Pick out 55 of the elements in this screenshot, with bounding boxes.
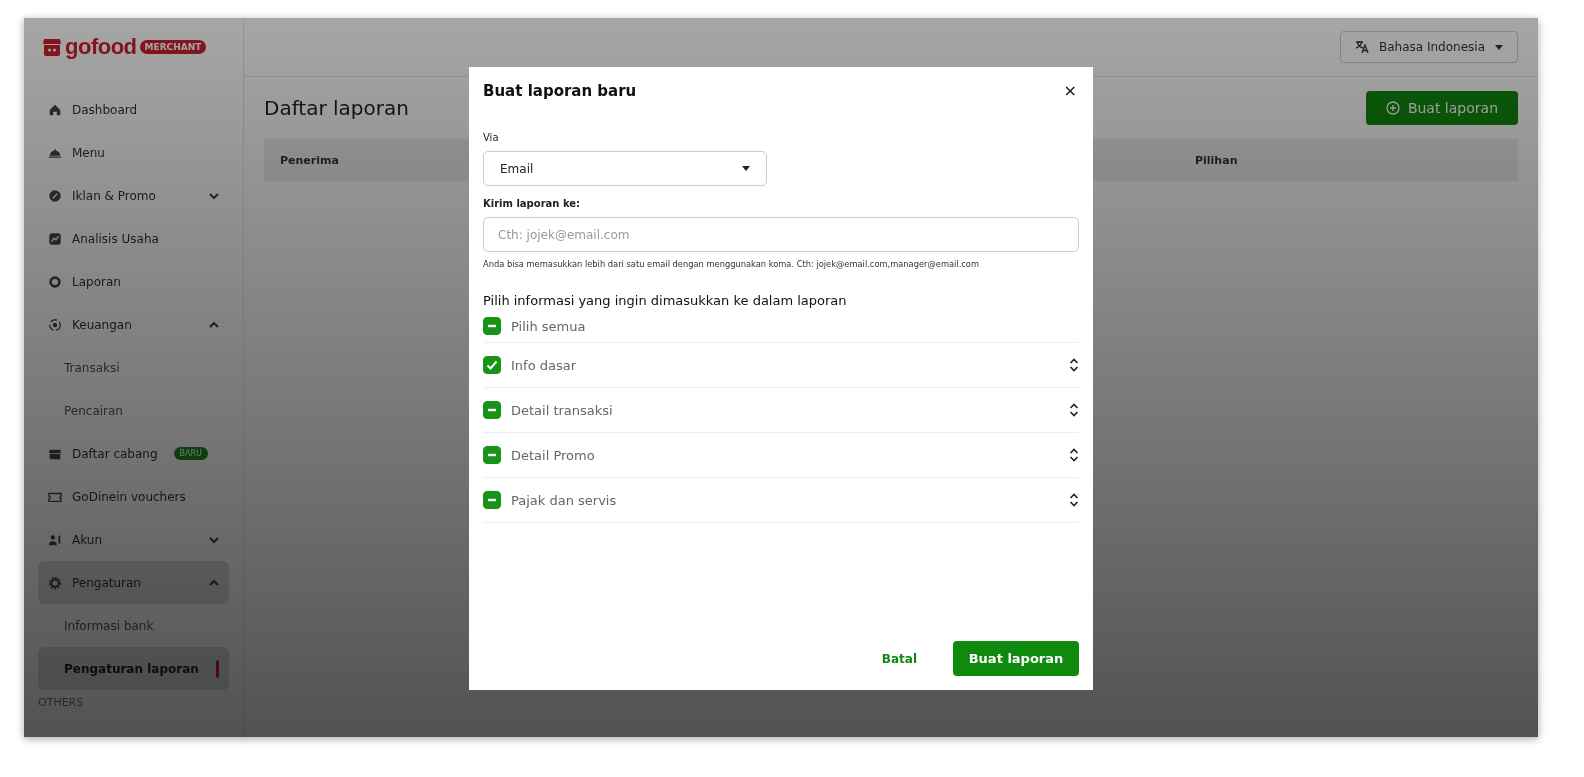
checkbox-label: Pilih semua xyxy=(511,318,587,334)
dialog-title: Buat laporan baru xyxy=(483,81,637,100)
sidebar-item[interactable]: Analisis Usaha xyxy=(38,217,229,260)
email-input-field[interactable]: Cth: jojek@email.com xyxy=(483,217,1079,252)
sidebar-item[interactable]: Pengaturan xyxy=(38,561,229,604)
column-header: Penerima xyxy=(279,153,340,167)
sidebar-subitem[interactable]: Pencairan xyxy=(38,389,229,432)
sidebar-item[interactable]: Menu xyxy=(38,131,229,174)
checkbox-label: Pajak dan servis xyxy=(511,492,618,508)
expand-collapse-icon[interactable] xyxy=(1069,493,1079,507)
sidebar-item[interactable]: Akun xyxy=(38,518,229,561)
sidebar-subitem[interactable]: Transaksi xyxy=(38,346,229,389)
language-selector[interactable]: Bahasa Indonesia xyxy=(1340,31,1518,63)
sidebar-item[interactable]: Iklan & Promo xyxy=(38,174,229,217)
sidebar-item[interactable]: Dashboard xyxy=(38,88,229,131)
sidebar-item[interactable]: Daftar cabang BARU xyxy=(38,432,229,475)
translate-icon xyxy=(1355,40,1369,54)
chevron-icon xyxy=(209,319,219,330)
chevron-icon xyxy=(209,577,219,588)
checkbox-label: Info dasar xyxy=(511,357,578,373)
home-icon xyxy=(48,102,62,117)
sidebar-item[interactable]: Keuangan xyxy=(38,303,229,346)
expand-collapse-icon[interactable] xyxy=(1069,403,1079,417)
helper-text: Anda bisa memasukkan lebih dari satu email dengan menggunakan koma. Cth: jojek@email.com,manager@email.com xyxy=(483,259,981,269)
via-dropdown[interactable]: Email xyxy=(483,151,767,186)
field-label: Via xyxy=(483,132,500,143)
dropdown-arrow-icon xyxy=(1495,44,1503,50)
expand-collapse-icon[interactable] xyxy=(1069,358,1079,372)
cancel-button[interactable]: Batal xyxy=(875,650,923,667)
expand-collapse-icon[interactable] xyxy=(1069,448,1079,462)
create-report-button[interactable]: Buat laporan xyxy=(1365,91,1518,125)
submit-button[interactable]: Buat laporan xyxy=(953,641,1079,676)
checkbox-label: Detail transaksi xyxy=(511,402,614,418)
ring-icon xyxy=(48,274,62,289)
page-title: Daftar laporan xyxy=(264,96,409,120)
sidebar-subitem[interactable]: Informasi bank xyxy=(38,604,229,647)
dropdown-arrow-icon xyxy=(742,166,750,171)
chevron-icon xyxy=(209,534,219,545)
sidebar-item[interactable]: Laporan xyxy=(38,260,229,303)
logo-badge: MERCHANT xyxy=(139,40,207,54)
section-heading: Pilih informasi yang ingin dimasukkan ke dalam laporan xyxy=(483,293,848,308)
store-icon xyxy=(42,38,62,56)
chart-icon xyxy=(48,231,62,246)
chevron-icon xyxy=(209,190,219,201)
sidebar-subitem[interactable]: Pengaturan laporan xyxy=(38,647,229,690)
people-icon xyxy=(48,532,62,547)
new-badge: BARU xyxy=(173,447,208,460)
gear-icon xyxy=(48,575,62,590)
plus-circle-icon xyxy=(1385,101,1400,115)
column-header: Pilihan xyxy=(1194,153,1239,167)
field-label: Kirim laporan ke: xyxy=(483,198,582,209)
sidebar-item[interactable]: GoDinein vouchers xyxy=(38,475,229,518)
close-button[interactable]: × xyxy=(1061,81,1079,100)
logo-text: gofood xyxy=(65,34,137,60)
checkbox-label: Detail Promo xyxy=(511,447,596,463)
